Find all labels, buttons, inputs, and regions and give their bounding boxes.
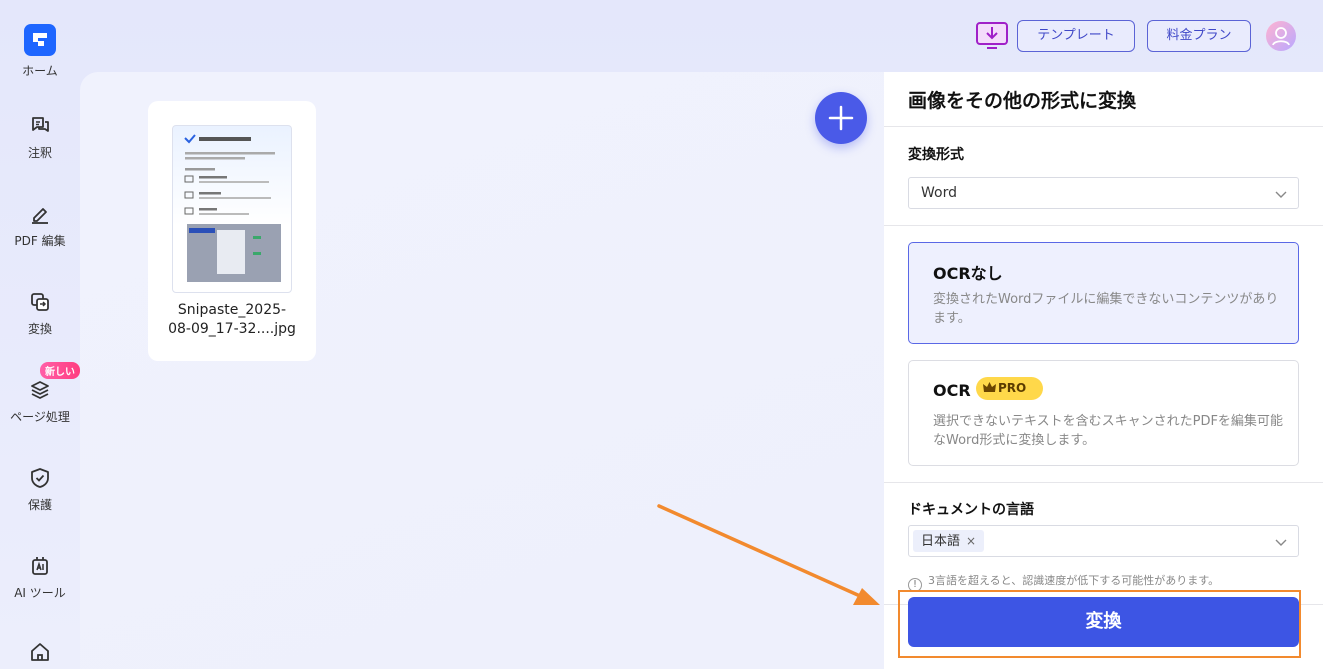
sidebar-item-label: 注釈 [27,146,52,160]
sidebar-item-label: ページ処理 [10,410,70,424]
convert-icon [31,293,49,311]
shield-icon [31,468,49,488]
template-button[interactable]: テンプレート [1017,20,1135,52]
sidebar: ホーム 注釈 PDF 編集 変換 新しい ページ処理 保護 AI ツール [0,0,80,669]
sidebar-item-label: AI ツール [14,586,66,600]
option-ocr[interactable]: OCR PRO 選択できないテキストを含むスキャンされたPDFを編集可能なWor… [908,360,1299,466]
format-select[interactable]: Word [908,177,1299,209]
convert-panel: 画像をその他の形式に変換 変換形式 Word OCRなし 変換されたWordファ… [884,72,1323,669]
language-tag[interactable]: 日本語 × [913,530,985,552]
option-title: OCRなし [933,264,1003,283]
sidebar-item-protect[interactable]: 保護 [0,466,80,513]
panel-title: 画像をその他の形式に変換 [908,90,1137,112]
file-name: Snipaste_2025- 08-09_17-32....jpg [168,302,296,337]
remove-tag-icon[interactable]: × [966,534,976,548]
sidebar-item-ai-tools[interactable]: AI ツール [0,554,80,601]
chevron-down-icon [1275,539,1287,546]
sidebar-item-pdf-edit[interactable]: PDF 編集 [0,202,80,249]
convert-button[interactable]: 変換 [908,597,1299,647]
add-file-button[interactable] [815,92,867,144]
app-logo-icon [24,24,56,56]
option-description: 変換されたWordファイルに編集できないコンテンツがあります。 [933,292,1279,326]
format-value: Word [921,185,957,201]
language-warning: ! 3言語を超えると、認識速度が低下する可能性があります。 [908,572,1219,592]
pricing-button[interactable]: 料金プラン [1147,20,1251,52]
sidebar-item-extra[interactable] [0,640,80,669]
edit-pen-icon [32,208,48,224]
crown-icon [983,382,996,392]
divider [884,126,1323,127]
user-icon [1272,27,1290,46]
house-icon [31,643,49,661]
sidebar-item-label: ホーム [22,64,58,78]
ai-tool-icon [32,557,48,575]
format-label: 変換形式 [908,147,964,163]
layers-icon [31,381,49,399]
download-desktop-icon[interactable] [976,22,1008,50]
divider [884,225,1323,226]
sidebar-item-label: 変換 [27,322,52,336]
sidebar-item-label: 保護 [27,498,52,512]
language-label: ドキュメントの言語 [908,502,1034,518]
divider [884,482,1323,483]
file-thumbnail [172,125,292,293]
sidebar-item-annotate[interactable]: 注釈 [0,114,80,161]
option-no-ocr[interactable]: OCRなし 変換されたWordファイルに編集できないコンテンツがあります。 [908,242,1299,344]
avatar[interactable] [1266,21,1296,51]
plus-icon [828,105,854,131]
option-description: 選択できないテキストを含むスキャンされたPDFを編集可能なWord形式に変換しま… [933,414,1283,448]
language-select[interactable]: 日本語 × [908,525,1299,557]
sidebar-item-convert[interactable]: 変換 [0,290,80,337]
comment-icon [32,117,49,132]
sidebar-item-home[interactable]: ホーム [0,24,80,79]
option-title: OCR [933,381,971,400]
file-card[interactable]: Snipaste_2025- 08-09_17-32....jpg [148,101,316,361]
new-badge: 新しい [40,362,80,379]
sidebar-item-label: PDF 編集 [14,234,66,248]
chevron-down-icon [1275,191,1287,198]
pro-badge: PRO [976,377,1043,400]
sidebar-item-page-process[interactable]: ページ処理 [0,378,80,425]
